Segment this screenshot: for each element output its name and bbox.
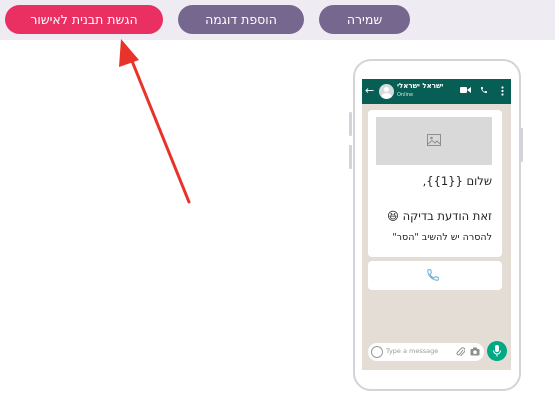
emoji-icon[interactable] — [371, 346, 383, 358]
video-icon — [460, 87, 471, 93]
whatsapp-preview: ← ישראל ישראלי Online שלום {{1}}, זאת הו… — [362, 79, 511, 370]
avatar-icon — [379, 84, 394, 99]
phone-icon — [481, 87, 487, 93]
phone-volume-down-button — [349, 145, 352, 169]
message-body: זאת הודעת בדיקה 😆 — [386, 209, 492, 223]
camera-icon[interactable] — [470, 347, 480, 356]
contact-status: Online — [397, 92, 414, 98]
message-input-placeholder[interactable]: Type a message — [386, 347, 438, 355]
phone-icon — [427, 269, 439, 281]
message-unsubscribe: להסרה יש להשיב "הסר" — [392, 232, 492, 243]
message-greeting: שלום {{1}}, — [422, 174, 492, 188]
back-arrow-icon: ← — [365, 84, 375, 97]
mic-button[interactable] — [487, 341, 507, 361]
chat-header: ← ישראל ישראלי Online — [362, 79, 511, 104]
image-placeholder — [376, 117, 492, 165]
attach-icon[interactable] — [456, 347, 465, 357]
contact-name: ישראל ישראלי — [397, 82, 444, 90]
message-bubble: שלום {{1}}, זאת הודעת בדיקה 😆 להסרה יש ל… — [368, 110, 502, 257]
call-button[interactable] — [368, 261, 502, 290]
image-icon — [427, 134, 441, 146]
phone-volume-up-button — [349, 112, 352, 136]
mic-icon — [493, 345, 501, 357]
menu-icon — [501, 86, 504, 96]
message-input-bar[interactable]: Type a message — [368, 343, 484, 361]
